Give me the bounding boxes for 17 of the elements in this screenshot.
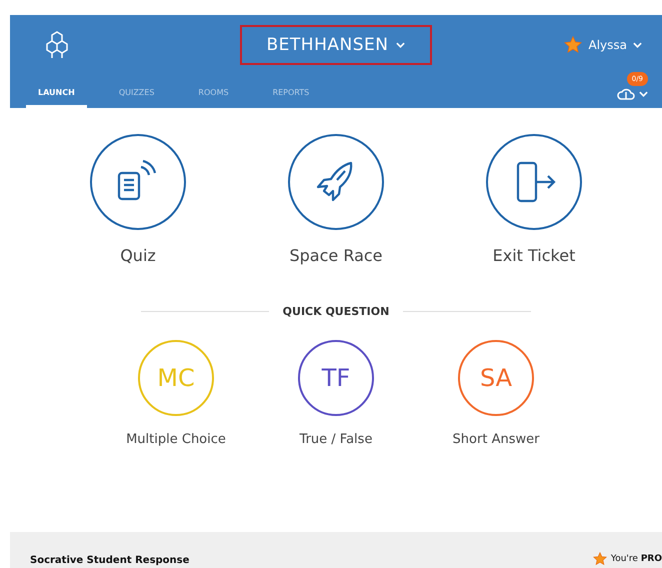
chevron-down-icon xyxy=(396,42,406,48)
hexagon-logo-icon[interactable] xyxy=(44,30,70,60)
star-icon xyxy=(564,36,582,54)
nav-tab[interactable]: LAUNCH xyxy=(26,88,87,108)
room-name-dropdown[interactable]: BETHHANSEN xyxy=(240,25,432,65)
star-icon xyxy=(592,552,607,566)
user-menu[interactable]: Alyssa xyxy=(558,35,648,55)
cloud-menu-button[interactable] xyxy=(617,88,648,100)
chevron-down-icon xyxy=(633,42,642,48)
question-type-button[interactable]: MC Multiple Choice xyxy=(121,340,231,447)
chevron-down-icon xyxy=(639,91,648,97)
question-type-button[interactable]: SA Short Answer xyxy=(441,340,551,447)
section-title: QUICK QUESTION xyxy=(282,305,390,318)
pro-text: You're PRO xyxy=(610,554,662,564)
cloud-icon xyxy=(617,88,635,100)
question-type-button[interactable]: TF True / False xyxy=(281,340,391,447)
footer-title: Socrative Student Response xyxy=(30,555,190,566)
